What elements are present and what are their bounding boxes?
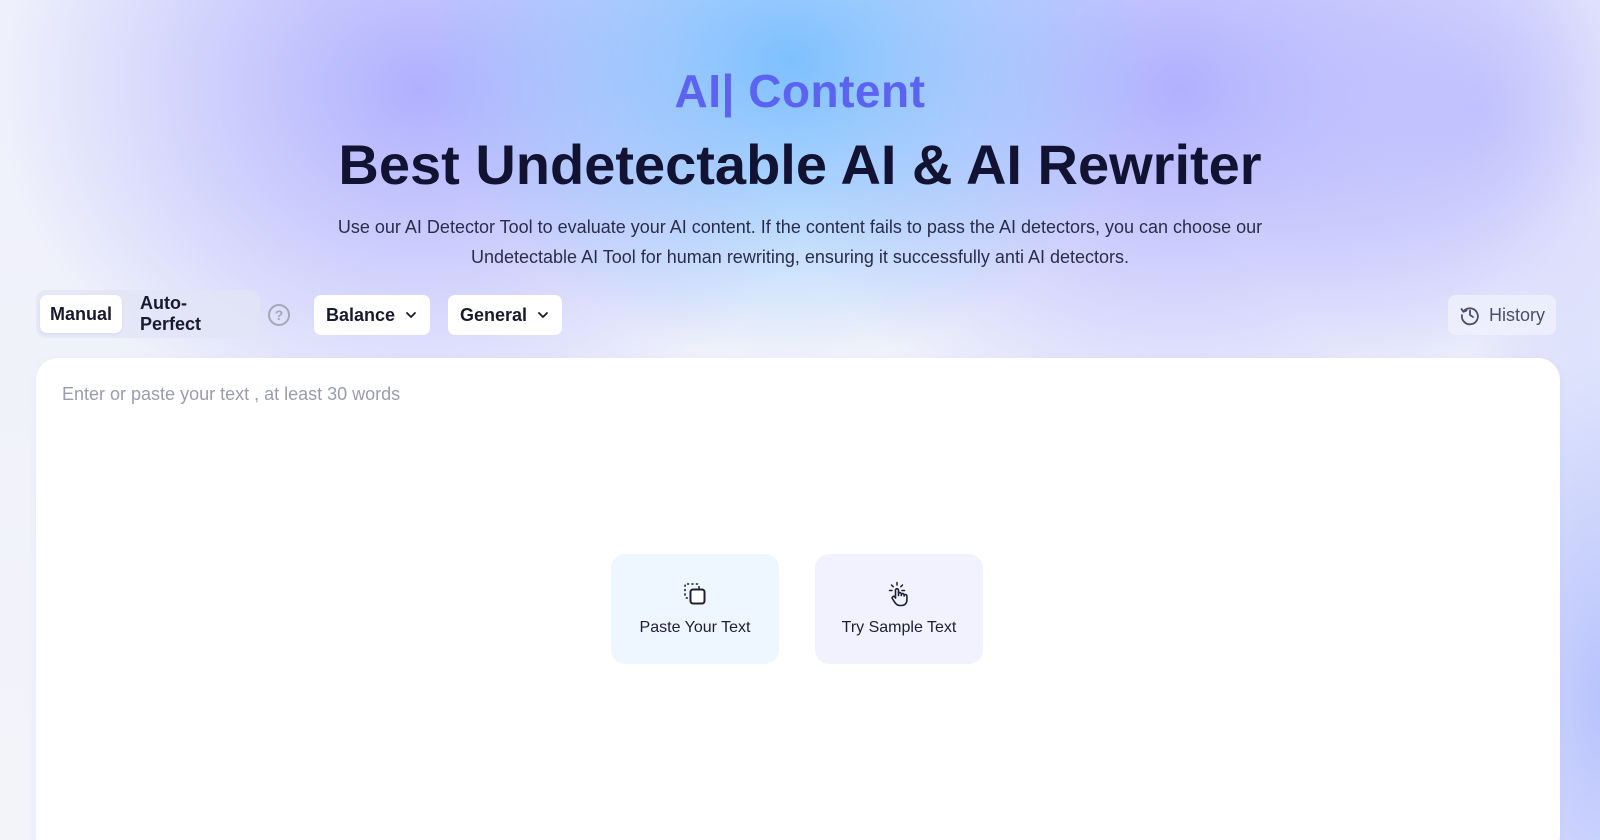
question-circle-icon[interactable]: ? (268, 304, 290, 326)
try-sample-text-label: Try Sample Text (841, 619, 957, 636)
pointer-hand-icon (886, 581, 912, 607)
text-editor-panel: Paste Your Text Try Sample Text (36, 358, 1560, 840)
chevron-down-icon (537, 309, 549, 321)
mode-toggle-group: Manual Auto-Perfect (36, 290, 260, 338)
try-sample-text-button[interactable]: Try Sample Text (815, 554, 983, 664)
rewrite-mode-value: Balance (326, 304, 396, 325)
history-button[interactable]: History (1448, 295, 1556, 335)
paste-clipboard-icon (682, 581, 708, 607)
page-subtitle: Use our AI Detector Tool to evaluate you… (337, 217, 1263, 267)
purpose-value: General (460, 304, 528, 325)
history-clock-icon (1459, 304, 1481, 326)
rewrite-mode-select[interactable]: Balance (314, 295, 430, 335)
chevron-down-icon (405, 309, 417, 321)
brand-logo-text: AI| Content (674, 65, 926, 117)
editor-toolbar: Manual Auto-Perfect ? Balance General Hi… (36, 290, 1556, 338)
history-label: History (1488, 304, 1545, 325)
text-input[interactable] (62, 384, 1522, 504)
page-title: Best Undetectable AI & AI Rewriter (338, 133, 1262, 196)
mode-auto-perfect-button[interactable]: Auto-Perfect (130, 293, 256, 334)
purpose-select[interactable]: General (448, 295, 562, 335)
paste-text-button[interactable]: Paste Your Text (611, 554, 779, 664)
paste-text-label: Paste Your Text (639, 619, 751, 636)
mode-manual-button[interactable]: Manual (40, 295, 123, 333)
